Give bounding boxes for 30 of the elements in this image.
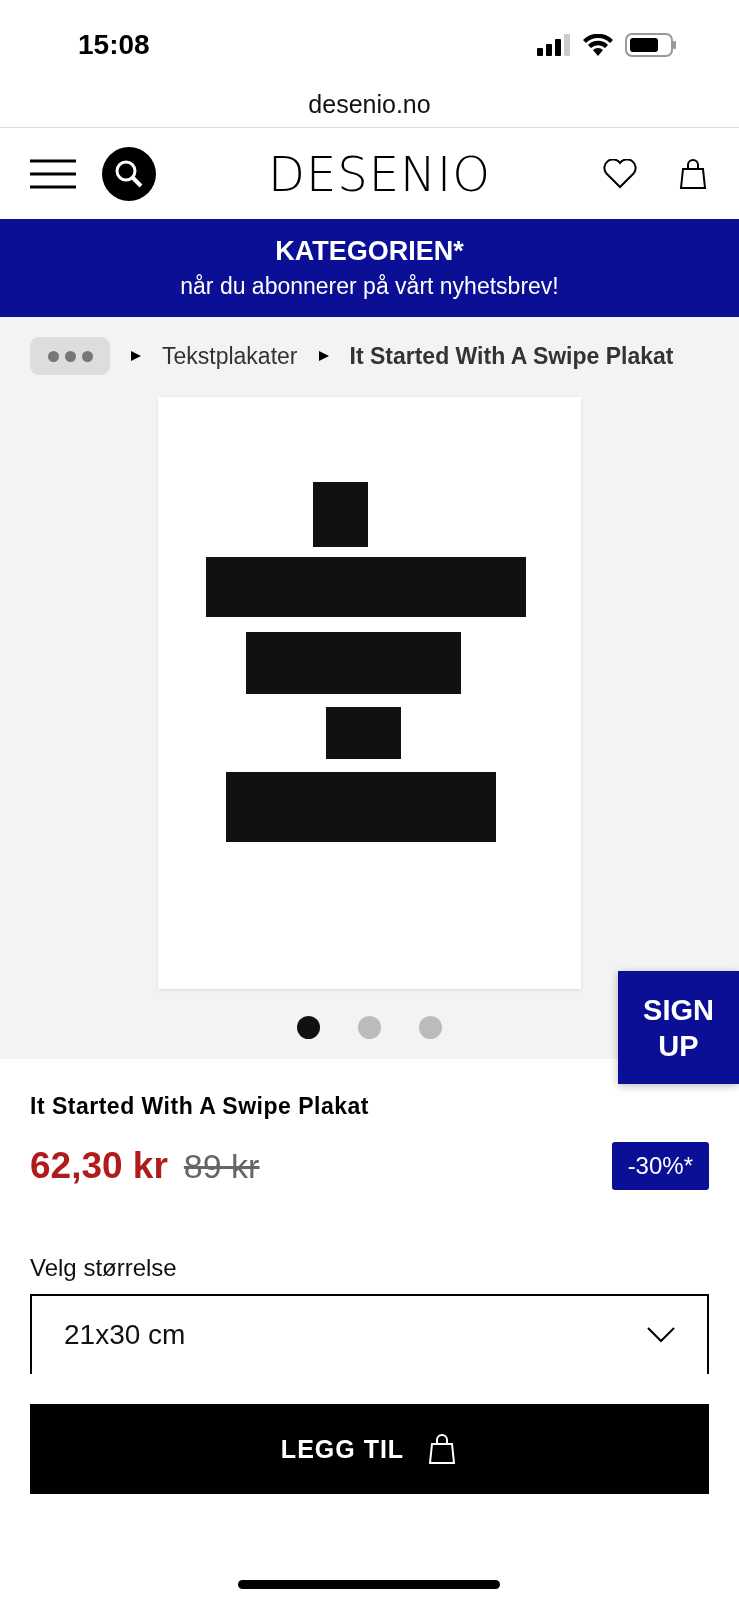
menu-icon[interactable] xyxy=(30,158,76,189)
status-time: 15:08 xyxy=(78,29,150,61)
carousel-dot[interactable] xyxy=(358,1016,381,1039)
size-select[interactable]: 21x30 cm xyxy=(30,1294,709,1374)
cart-icon xyxy=(677,157,709,190)
triangle-icon xyxy=(130,350,142,362)
breadcrumb-link[interactable]: Tekstplakater xyxy=(162,342,298,370)
wifi-icon xyxy=(583,34,613,56)
add-to-cart-button[interactable]: LEGG TIL xyxy=(30,1404,709,1494)
banner-subtitle: når du abonnerer på vårt nyhetsbrev! xyxy=(180,273,559,300)
chevron-down-icon xyxy=(647,1327,675,1343)
breadcrumb-link[interactable]: It Started With A Swipe Plakat xyxy=(349,342,674,370)
triangle-icon xyxy=(317,350,330,362)
url-text[interactable]: desenio.no xyxy=(308,90,431,119)
heart-icon[interactable] xyxy=(603,158,637,189)
logo[interactable]: DESENIO xyxy=(156,145,603,202)
discount-badge: -30%* xyxy=(611,1142,709,1190)
carousel-dot[interactable] xyxy=(419,1016,442,1039)
product-title: It Started With A Swipe Plakat xyxy=(30,1093,370,1120)
original-price: 89 kr xyxy=(183,1146,261,1186)
breadcrumb-more-button[interactable] xyxy=(30,337,110,375)
signal-icon xyxy=(537,34,571,56)
search-icon[interactable] xyxy=(102,146,156,201)
carousel-dot[interactable] xyxy=(297,1016,320,1039)
promo-banner[interactable]: KATEGORIEN* når du abonnerer på vårt nyhetsbrev! xyxy=(0,219,739,317)
signup-button[interactable]: SIGN UP xyxy=(618,971,739,1084)
banner-title: KATEGORIEN* xyxy=(275,236,464,267)
battery-icon xyxy=(625,33,677,57)
size-label: Velg størrelse xyxy=(30,1254,178,1282)
sale-price: 62,30 kr xyxy=(30,1145,168,1187)
